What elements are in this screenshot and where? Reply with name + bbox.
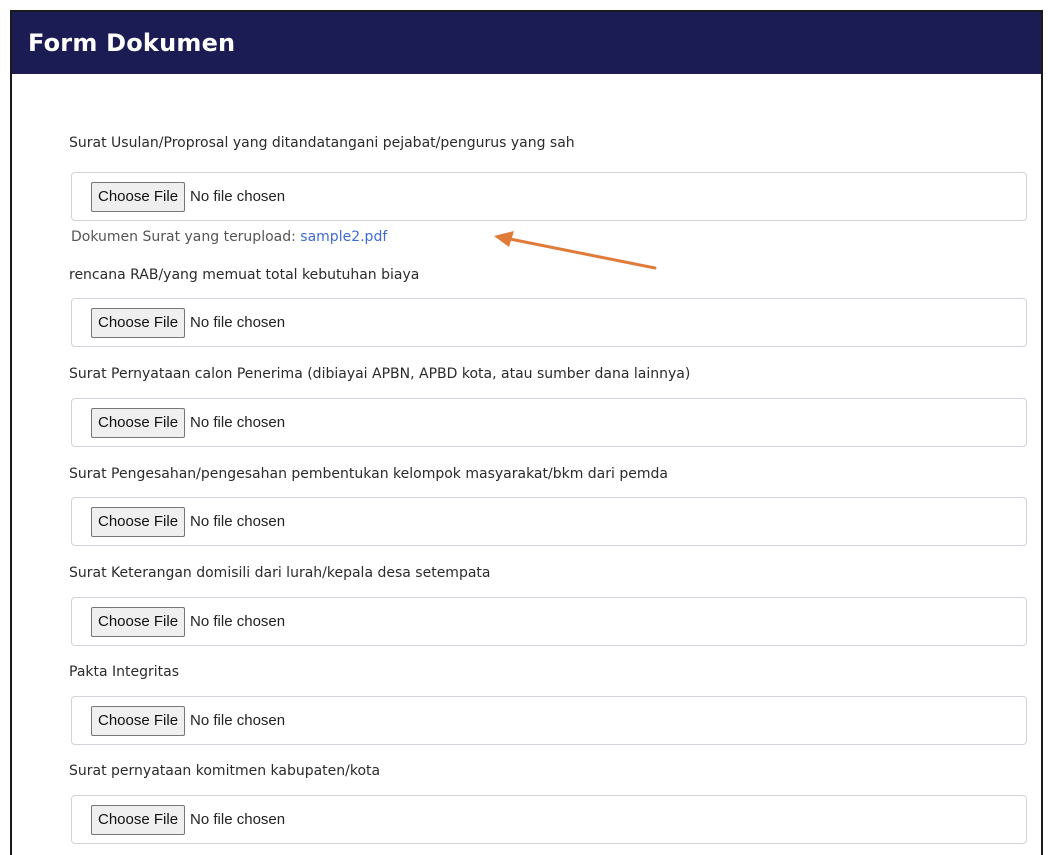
field-label-pakta-integritas: Pakta Integritas — [69, 664, 180, 680]
form-header: Form Dokumen — [12, 12, 1041, 74]
choose-file-button[interactable]: Choose File — [91, 804, 186, 835]
choose-file-button[interactable]: Choose File — [91, 705, 186, 736]
uploaded-document-info: Dokumen Surat yang terupload: sample2.pd… — [71, 229, 387, 245]
file-status: No file chosen — [190, 712, 286, 729]
form-panel: Form Dokumen Surat Usulan/Proprosal yang… — [10, 10, 1043, 855]
choose-file-button[interactable]: Choose File — [91, 506, 186, 537]
choose-file-button[interactable]: Choose File — [91, 307, 186, 338]
file-status: No file chosen — [190, 811, 286, 828]
field-label-rencana-rab: rencana RAB/yang memuat total kebutuhan … — [69, 267, 420, 283]
file-input-rencana-rab: Choose File No file chosen — [71, 298, 1027, 347]
file-input-pakta-integritas: Choose File No file chosen — [71, 696, 1027, 745]
file-status: No file chosen — [190, 513, 286, 530]
file-status: No file chosen — [190, 414, 286, 431]
choose-file-button[interactable]: Choose File — [91, 181, 186, 212]
file-input-surat-pengesahan: Choose File No file chosen — [71, 497, 1027, 546]
file-input-surat-usulan: Choose File No file chosen — [71, 172, 1027, 221]
field-label-surat-pernyataan: Surat Pernyataan calon Penerima (dibiaya… — [69, 366, 691, 382]
choose-file-button[interactable]: Choose File — [91, 407, 186, 438]
file-status: No file chosen — [190, 314, 286, 331]
field-label-surat-usulan: Surat Usulan/Proprosal yang ditandatanga… — [69, 135, 575, 151]
page-title: Form Dokumen — [28, 29, 236, 57]
field-label-surat-keterangan-domisili: Surat Keterangan domisili dari lurah/kep… — [69, 565, 491, 581]
uploaded-file-link[interactable]: sample2.pdf — [300, 229, 387, 245]
file-input-surat-komitmen: Choose File No file chosen — [71, 795, 1027, 844]
file-input-surat-keterangan-domisili: Choose File No file chosen — [71, 597, 1027, 646]
choose-file-button[interactable]: Choose File — [91, 606, 186, 637]
file-status: No file chosen — [190, 613, 286, 630]
field-label-surat-komitmen: Surat pernyataan komitmen kabupaten/kota — [69, 763, 381, 779]
file-input-surat-pernyataan: Choose File No file chosen — [71, 398, 1027, 447]
file-status: No file chosen — [190, 188, 286, 205]
uploaded-label: Dokumen Surat yang terupload: — [71, 229, 301, 245]
field-label-surat-pengesahan: Surat Pengesahan/pengesahan pembentukan … — [69, 466, 668, 482]
